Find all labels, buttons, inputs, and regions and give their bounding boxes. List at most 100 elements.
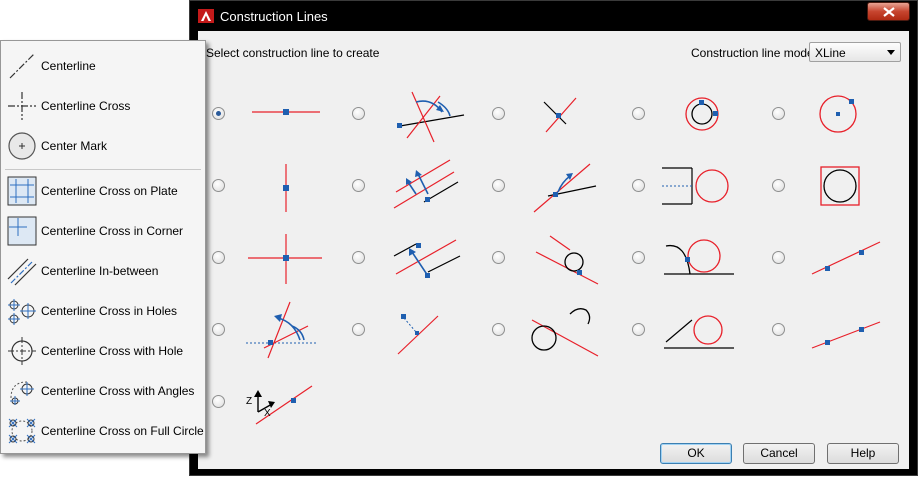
menu-item-cross-on-full-circle[interactable]: Centerline Cross on Full Circle [3, 412, 204, 450]
help-button[interactable]: Help [827, 443, 899, 464]
option-7[interactable] [344, 151, 484, 221]
option-radio[interactable] [352, 179, 365, 192]
construction-lines-dialog: Construction Lines Select construction l… [189, 0, 918, 476]
menu-separator [5, 169, 201, 170]
mode-select[interactable]: XLine [809, 42, 901, 62]
option-12[interactable] [344, 223, 484, 293]
option-8[interactable] [484, 151, 624, 221]
center-mark-icon [8, 132, 36, 160]
option-13[interactable] [484, 223, 624, 293]
parallel-offset-icon [393, 159, 459, 209]
option-3[interactable] [484, 79, 624, 149]
ok-button[interactable]: OK [660, 443, 732, 464]
z-axis-label: Z [246, 396, 252, 407]
perpendicular-through-point-icon [397, 314, 439, 355]
cross-with-hole-icon [8, 337, 36, 365]
option-18[interactable] [484, 295, 624, 365]
menu-item-cross-on-plate[interactable]: Centerline Cross on Plate [3, 172, 203, 210]
option-radio[interactable] [632, 251, 645, 264]
autocad-logo-icon [198, 9, 214, 23]
centerline-cross-icon [8, 92, 36, 120]
angle-to-line-icon [533, 163, 597, 213]
option-radio[interactable] [212, 395, 225, 408]
close-button[interactable] [867, 2, 910, 21]
menu-item-label: Centerline In-between [41, 264, 159, 278]
menu-item-label: Centerline Cross on Plate [41, 184, 178, 198]
centerline-icon [9, 53, 35, 79]
option-2[interactable] [344, 79, 484, 149]
option-radio[interactable] [632, 179, 645, 192]
menu-item-label: Centerline Cross in Corner [41, 224, 184, 238]
option-1[interactable] [204, 79, 344, 149]
in-between-icon [7, 258, 37, 286]
option-radio[interactable] [352, 107, 365, 120]
option-16[interactable] [204, 295, 344, 365]
title-bar[interactable]: Construction Lines [190, 1, 917, 31]
menu-item-label: Centerline Cross with Angles [41, 384, 195, 398]
option-9[interactable] [624, 151, 764, 221]
option-radio[interactable] [632, 323, 645, 336]
option-radio[interactable] [492, 107, 505, 120]
option-20[interactable] [764, 295, 904, 365]
menu-item-center-mark[interactable]: Center Mark [3, 127, 203, 165]
circle-tangent-two-lines-icon [664, 315, 734, 349]
option-5[interactable] [764, 79, 904, 149]
option-radio[interactable] [492, 179, 505, 192]
option-radio[interactable] [492, 251, 505, 264]
menu-item-label: Centerline Cross on Full Circle [41, 424, 204, 438]
vertical-xline-icon [283, 164, 289, 212]
menu-item-cross-with-hole[interactable]: Centerline Cross with Hole [3, 332, 203, 370]
option-6[interactable] [204, 151, 344, 221]
dialog-title: Construction Lines [220, 9, 328, 24]
option-radio[interactable] [772, 179, 785, 192]
menu-item-centerline[interactable]: Centerline [3, 47, 203, 85]
option-14[interactable] [624, 223, 764, 293]
option-19[interactable] [624, 295, 764, 365]
option-10[interactable] [764, 151, 904, 221]
cross-in-corner-icon [7, 216, 37, 246]
option-radio[interactable] [212, 251, 225, 264]
circle-center-icon [819, 95, 857, 133]
ucs-angle-xline-icon: Z X [246, 385, 313, 425]
mode-select-value: XLine [815, 46, 846, 60]
menu-item-in-between[interactable]: Centerline In-between [3, 252, 203, 290]
option-radio[interactable] [772, 251, 785, 264]
line-tangent-to-circle-icon [535, 235, 599, 285]
option-radio[interactable] [212, 323, 225, 336]
cross-on-full-circle-icon [8, 418, 36, 444]
option-11[interactable] [204, 223, 344, 293]
parallel-through-point-icon [393, 239, 461, 278]
option-radio[interactable] [772, 107, 785, 120]
option-radio[interactable] [632, 107, 645, 120]
option-17[interactable] [344, 295, 484, 365]
absolute-angle-icon [246, 301, 318, 359]
cross-xline-icon [248, 234, 322, 284]
option-radio[interactable] [352, 251, 365, 264]
option-radio[interactable] [352, 323, 365, 336]
close-icon [883, 7, 895, 17]
option-radio[interactable] [212, 107, 225, 120]
cross-in-holes-icon [8, 299, 36, 325]
circle-in-square-icon [820, 166, 860, 206]
menu-item-label: Centerline Cross [41, 99, 131, 113]
menu-item-cross-in-holes[interactable]: Centerline Cross in Holes [3, 292, 203, 330]
option-radio[interactable] [772, 323, 785, 336]
two-point-xline-alt-icon [811, 321, 881, 349]
cancel-button[interactable]: Cancel [743, 443, 815, 464]
bisector-intersection-icon [543, 97, 577, 133]
tangent-circle-icon [685, 97, 719, 131]
menu-item-cross-with-angles[interactable]: Centerline Cross with Angles [3, 372, 203, 410]
option-15[interactable] [764, 223, 904, 293]
option-radio[interactable] [492, 323, 505, 336]
menu-item-label: Centerline Cross with Hole [41, 344, 184, 358]
mode-label: Construction line mode: [691, 46, 818, 60]
circle-tangent-arc-line-icon [664, 239, 734, 275]
horizontal-xline-icon [252, 109, 320, 115]
option-radio[interactable] [212, 179, 225, 192]
option-21[interactable]: Z X [204, 367, 344, 437]
menu-item-label: Centerline Cross in Holes [41, 304, 178, 318]
menu-item-cross-in-corner[interactable]: Centerline Cross in Corner [3, 212, 203, 250]
option-4[interactable] [624, 79, 764, 149]
menu-item-centerline-cross[interactable]: Centerline Cross [3, 87, 203, 125]
menu-item-label: Centerline [41, 59, 96, 73]
